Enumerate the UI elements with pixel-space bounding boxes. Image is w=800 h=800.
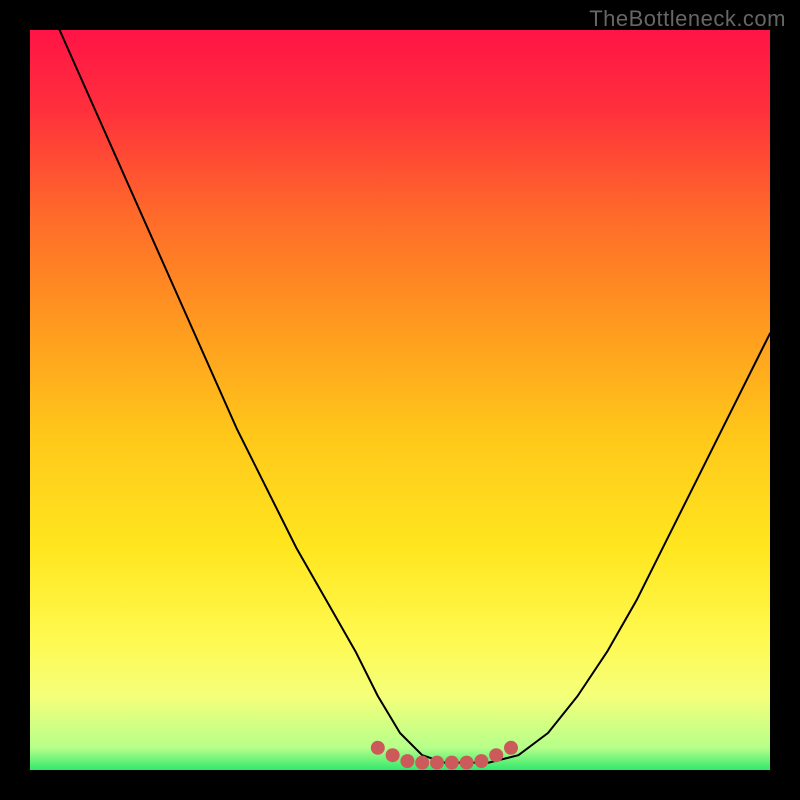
- highlight-marker: [430, 756, 444, 770]
- gradient-background: [30, 30, 770, 770]
- chart-svg: [30, 30, 770, 770]
- watermark-text: TheBottleneck.com: [589, 6, 786, 32]
- highlight-marker: [445, 756, 459, 770]
- highlight-marker: [504, 741, 518, 755]
- highlight-marker: [386, 748, 400, 762]
- highlight-marker: [489, 748, 503, 762]
- highlight-marker: [371, 741, 385, 755]
- highlight-marker: [415, 756, 429, 770]
- plot-area: [30, 30, 770, 770]
- highlight-marker: [460, 756, 474, 770]
- highlight-marker: [400, 754, 414, 768]
- chart-frame: TheBottleneck.com: [0, 0, 800, 800]
- highlight-marker: [474, 754, 488, 768]
